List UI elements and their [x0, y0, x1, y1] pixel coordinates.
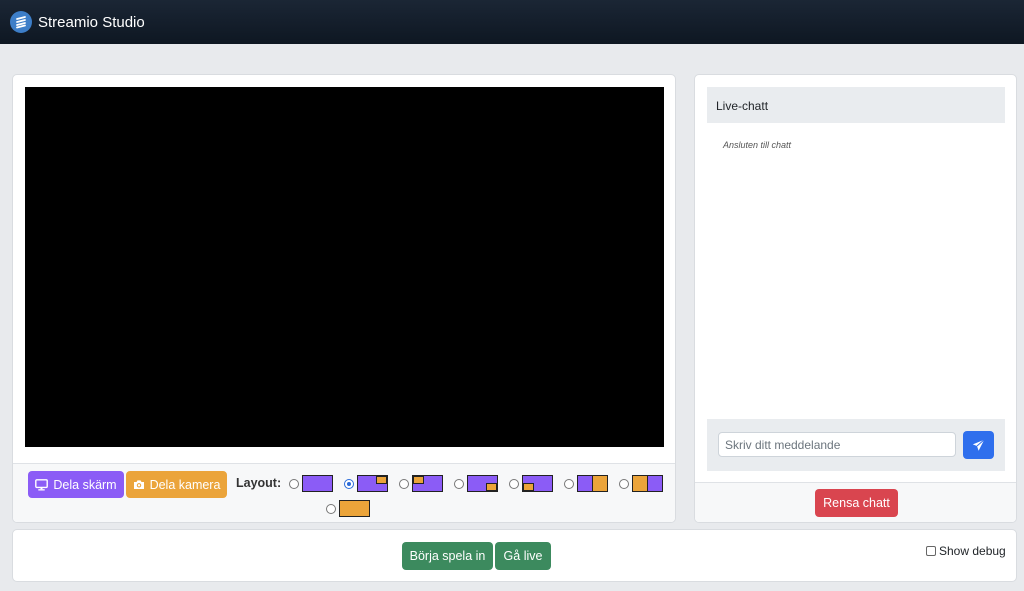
layout-preview-camera-top-left-icon: [412, 475, 443, 492]
camera-icon: [133, 480, 144, 489]
chat-title: Live-chatt: [707, 87, 1005, 123]
layout-preview-camera-only-icon: [339, 500, 370, 517]
layout-option-screen-only[interactable]: [289, 475, 333, 492]
monitor-icon: [35, 478, 49, 490]
layout-preview-camera-bottom-right-icon: [467, 475, 498, 492]
layout-option-camera-bottom-left[interactable]: [509, 475, 553, 492]
studio-panel: Dela skärm Dela kamera Layout:: [12, 74, 676, 523]
show-debug-checkbox[interactable]: [926, 546, 936, 556]
layout-preview-camera-bottom-left-icon: [522, 475, 553, 492]
layout-label: Layout:: [236, 476, 282, 490]
send-message-button[interactable]: [963, 431, 994, 459]
app-title[interactable]: Streamio Studio: [38, 14, 145, 31]
share-camera-button[interactable]: Dela kamera: [126, 471, 227, 498]
share-screen-label: Dela skärm: [53, 477, 117, 492]
layout-radio[interactable]: [509, 478, 519, 489]
chat-footer: Rensa chatt: [695, 482, 1016, 522]
layout-option-camera-top-left[interactable]: [399, 475, 443, 492]
layout-option-camera-bottom-right[interactable]: [454, 475, 498, 492]
share-camera-label: Dela kamera: [149, 477, 221, 492]
show-debug-toggle[interactable]: Show debug: [926, 544, 1006, 558]
layout-radio[interactable]: [326, 503, 336, 514]
layout-option-camera-only[interactable]: [326, 500, 370, 517]
chat-input-area: [707, 419, 1005, 471]
navbar: Streamio Studio: [0, 0, 1024, 44]
layout-radio[interactable]: [619, 478, 629, 489]
layout-preview-screen-only-icon: [302, 475, 333, 492]
layout-radio[interactable]: [289, 478, 299, 489]
chat-panel: Live-chatt Ansluten till chatt Rensa cha…: [694, 74, 1017, 523]
start-recording-button[interactable]: Börja spela in: [402, 542, 493, 570]
layout-radio[interactable]: [564, 478, 574, 489]
layout-radio[interactable]: [399, 478, 409, 489]
video-preview: [25, 87, 664, 447]
layout-preview-camera-top-right-icon: [357, 475, 388, 492]
show-debug-label: Show debug: [939, 544, 1006, 558]
go-live-button[interactable]: Gå live: [495, 542, 551, 570]
layout-option-split-screen-camera[interactable]: [564, 475, 608, 492]
chat-system-message: Ansluten till chatt: [723, 140, 792, 150]
layout-radio-selected[interactable]: [344, 478, 354, 489]
layout-preview-split-screen-camera-icon: [577, 475, 608, 492]
layout-option-split-camera-screen[interactable]: [619, 475, 663, 492]
layout-option-camera-top-right[interactable]: [344, 475, 388, 492]
clear-chat-button[interactable]: Rensa chatt: [815, 489, 898, 517]
source-controls: Dela skärm Dela kamera Layout:: [13, 463, 675, 522]
chat-message-input[interactable]: [718, 432, 956, 457]
paper-plane-icon: [972, 438, 985, 451]
layout-preview-split-camera-screen-icon: [632, 475, 663, 492]
action-bar: Börja spela in Gå live Show debug: [12, 529, 1017, 582]
layout-radio[interactable]: [454, 478, 464, 489]
streamio-logo-icon: [10, 11, 32, 33]
share-screen-button[interactable]: Dela skärm: [28, 471, 124, 498]
